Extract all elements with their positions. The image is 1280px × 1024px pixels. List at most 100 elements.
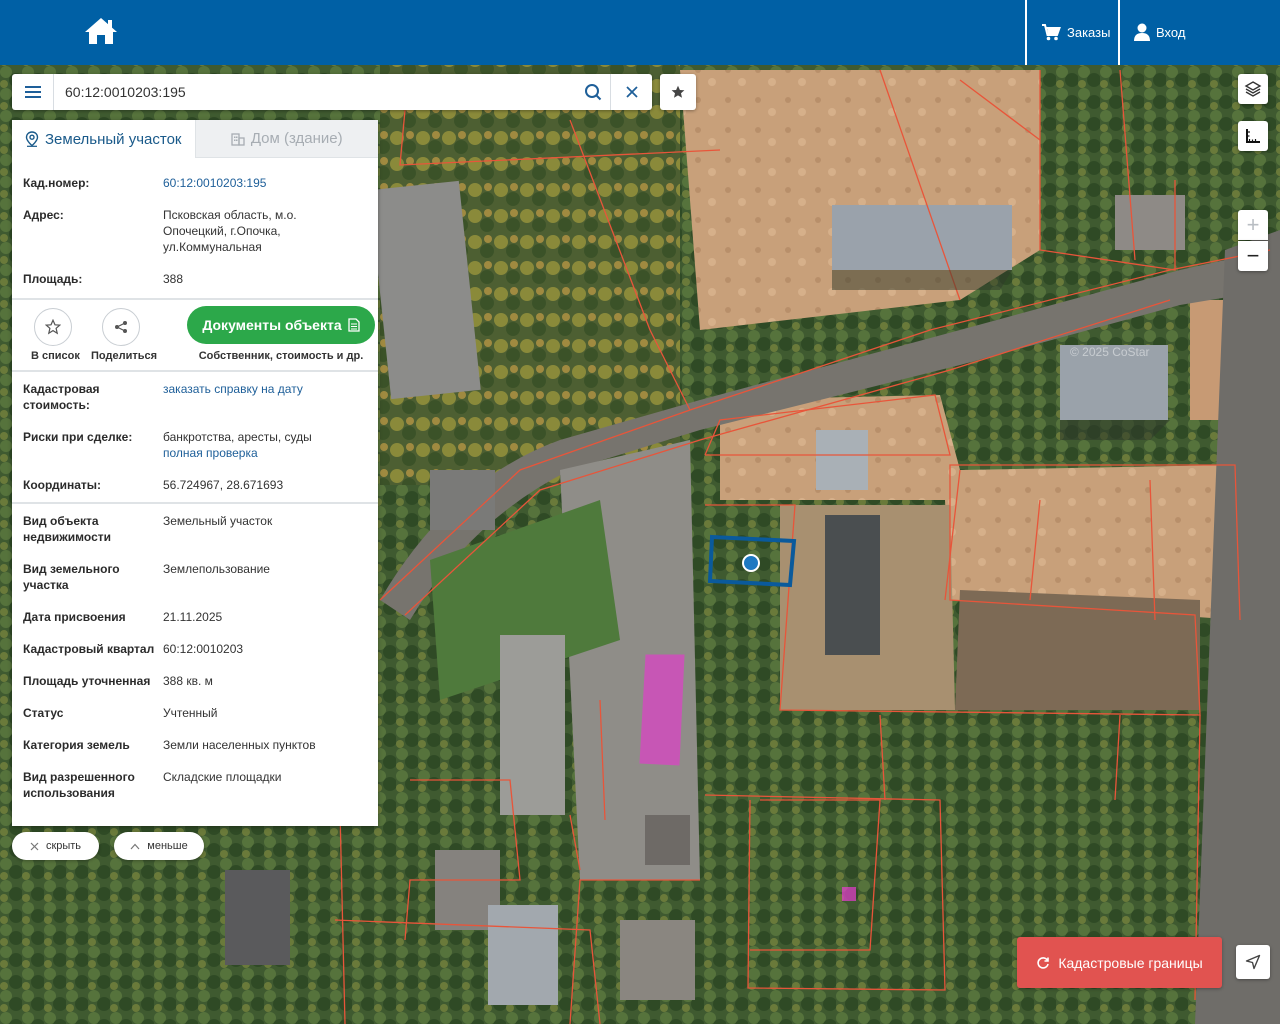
documents-subtitle: Собственник, стоимость и др. (198, 350, 364, 362)
info-row-risks: Риски при сделке: банкротства, аресты, с… (23, 413, 370, 461)
info-row-area: Площадь: 388 (23, 255, 370, 298)
row-value: Земельный участок (163, 514, 273, 528)
hide-label: скрыть (45, 840, 82, 852)
refresh-icon (1037, 956, 1050, 969)
map-pin-icon (25, 131, 39, 147)
row-key: Дата присвоения (23, 610, 126, 624)
add-to-list-button[interactable] (34, 308, 72, 346)
search-icon (585, 84, 602, 101)
tab-label: Дом (здание) (250, 130, 343, 147)
share-button[interactable] (102, 308, 140, 346)
zoom-out-button[interactable]: − (1238, 241, 1268, 271)
row-value: 56.724967, 28.671693 (163, 478, 284, 492)
info-rows: Кад.номер: 60:12:0010203:195 Адрес: Пско… (12, 158, 378, 801)
layers-icon (1244, 81, 1262, 97)
star-outline-icon (45, 319, 61, 335)
favorites-button[interactable] (660, 74, 696, 110)
map-copyright: © 2025 CoStar (1070, 345, 1150, 359)
clear-search-button[interactable] (610, 74, 652, 110)
object-actions: В список Поделиться Документы объекта Со… (23, 300, 375, 370)
detail-row: Дата присвоения 21.11.2025 (23, 593, 370, 625)
document-icon (347, 318, 360, 332)
tab-label: Земельный участок (44, 130, 182, 148)
object-tabs: Земельный участок Дом (здание) (12, 120, 378, 158)
detail-row: Категория земель Земли населенных пунктов (23, 721, 370, 753)
row-value: 60:12:0010203 (163, 642, 244, 656)
home-icon (85, 18, 117, 44)
search-button[interactable] (576, 74, 610, 110)
info-row-cadastral-cost: Кадастровая стоимость: заказать справку … (23, 372, 370, 413)
ruler-button[interactable] (1238, 121, 1268, 151)
row-key: Площадь: (23, 272, 83, 286)
row-key: Риски при сделке: (23, 430, 133, 444)
layers-button[interactable] (1238, 74, 1268, 104)
navigation-arrow-icon (1245, 954, 1261, 970)
share-icon (115, 321, 127, 333)
orders-label: Заказы (1067, 24, 1111, 40)
info-row-address: Адрес: Псковская область, м.о. Опочецкий… (23, 191, 370, 255)
full-check-link[interactable]: полная проверка (163, 446, 258, 460)
row-key: Кадастровая стоимость: (23, 382, 100, 412)
minus-icon: − (1246, 243, 1260, 268)
object-documents-button[interactable]: Документы объекта (187, 306, 375, 344)
star-icon (671, 85, 685, 98)
plus-icon: + (1246, 212, 1260, 237)
detail-row: Вид земельного участка Землепользование (23, 545, 370, 593)
detail-row: Вид разрешенного использования Складские … (23, 753, 370, 801)
less-label: меньше (147, 840, 188, 852)
documents-label: Документы объекта (202, 317, 342, 333)
close-icon (30, 842, 39, 850)
row-value: Учтенный (163, 706, 218, 720)
info-row-coordinates: Координаты: 56.724967, 28.671693 (23, 461, 370, 502)
orders-link[interactable]: Заказы (1041, 20, 1110, 44)
order-certificate-link[interactable]: заказать справку на дату (163, 382, 303, 396)
top-separator (1025, 0, 1027, 65)
hamburger-icon (24, 86, 41, 98)
tab-house-building[interactable]: Дом (здание) (194, 120, 378, 158)
row-key: Кадастровый квартал (23, 642, 155, 656)
search-input[interactable] (54, 74, 576, 110)
cadastral-boundaries-label: Кадастровые границы (1058, 954, 1203, 971)
row-value: Складские площадки (163, 770, 282, 784)
tab-land-plot[interactable]: Земельный участок (12, 120, 195, 158)
zoom-in-button[interactable]: + (1238, 210, 1268, 240)
ruler-icon (1246, 129, 1260, 143)
row-key: Координаты: (23, 478, 102, 492)
my-location-button[interactable] (1236, 945, 1270, 979)
share-label: Поделиться (91, 350, 158, 362)
home-button[interactable] (82, 14, 120, 48)
row-value: Земли населенных пунктов (163, 738, 316, 752)
cadastral-number-link[interactable]: 60:12:0010203:195 (163, 176, 266, 190)
cadastral-boundaries-button[interactable]: Кадастровые границы (1017, 937, 1222, 988)
details-list: Вид объекта недвижимости Земельный участо… (23, 504, 370, 801)
row-key: Категория земель (23, 738, 130, 752)
close-icon (625, 86, 638, 98)
menu-button[interactable] (12, 74, 54, 110)
login-link[interactable]: Вход (1134, 20, 1185, 44)
row-value: 21.11.2025 (163, 610, 223, 624)
detail-row: Вид объекта недвижимости Земельный участо… (23, 504, 370, 545)
top-separator (1118, 0, 1120, 65)
row-key: Кад.номер: (23, 176, 90, 190)
add-to-list-label: В список (31, 350, 80, 362)
row-value: Псковская область, м.о. Опочецкий, г.Опо… (163, 208, 297, 254)
row-key: Адрес: (23, 208, 64, 222)
chevron-up-icon (130, 843, 140, 849)
detail-row: Площадь уточненная 388 кв. м (23, 657, 370, 689)
cart-icon (1042, 24, 1061, 41)
user-icon (1134, 23, 1150, 41)
building-icon (231, 132, 245, 146)
row-key: Вид разрешенного использования (23, 770, 135, 800)
row-key: Площадь уточненная (23, 674, 151, 688)
row-key: Статус (23, 706, 64, 720)
risks-value: банкротства, аресты, суды (163, 430, 312, 444)
detail-row: Статус Учтенный (23, 689, 370, 721)
row-value: Землепользование (163, 562, 270, 576)
hide-panel-button[interactable]: скрыть (12, 832, 99, 860)
login-label: Вход (1156, 24, 1186, 40)
top-bar: Заказы Вход (0, 0, 1280, 65)
search-bar (12, 74, 652, 110)
row-value: 388 кв. м (163, 674, 213, 688)
less-info-button[interactable]: меньше (114, 832, 204, 860)
row-value: 388 (163, 272, 184, 286)
